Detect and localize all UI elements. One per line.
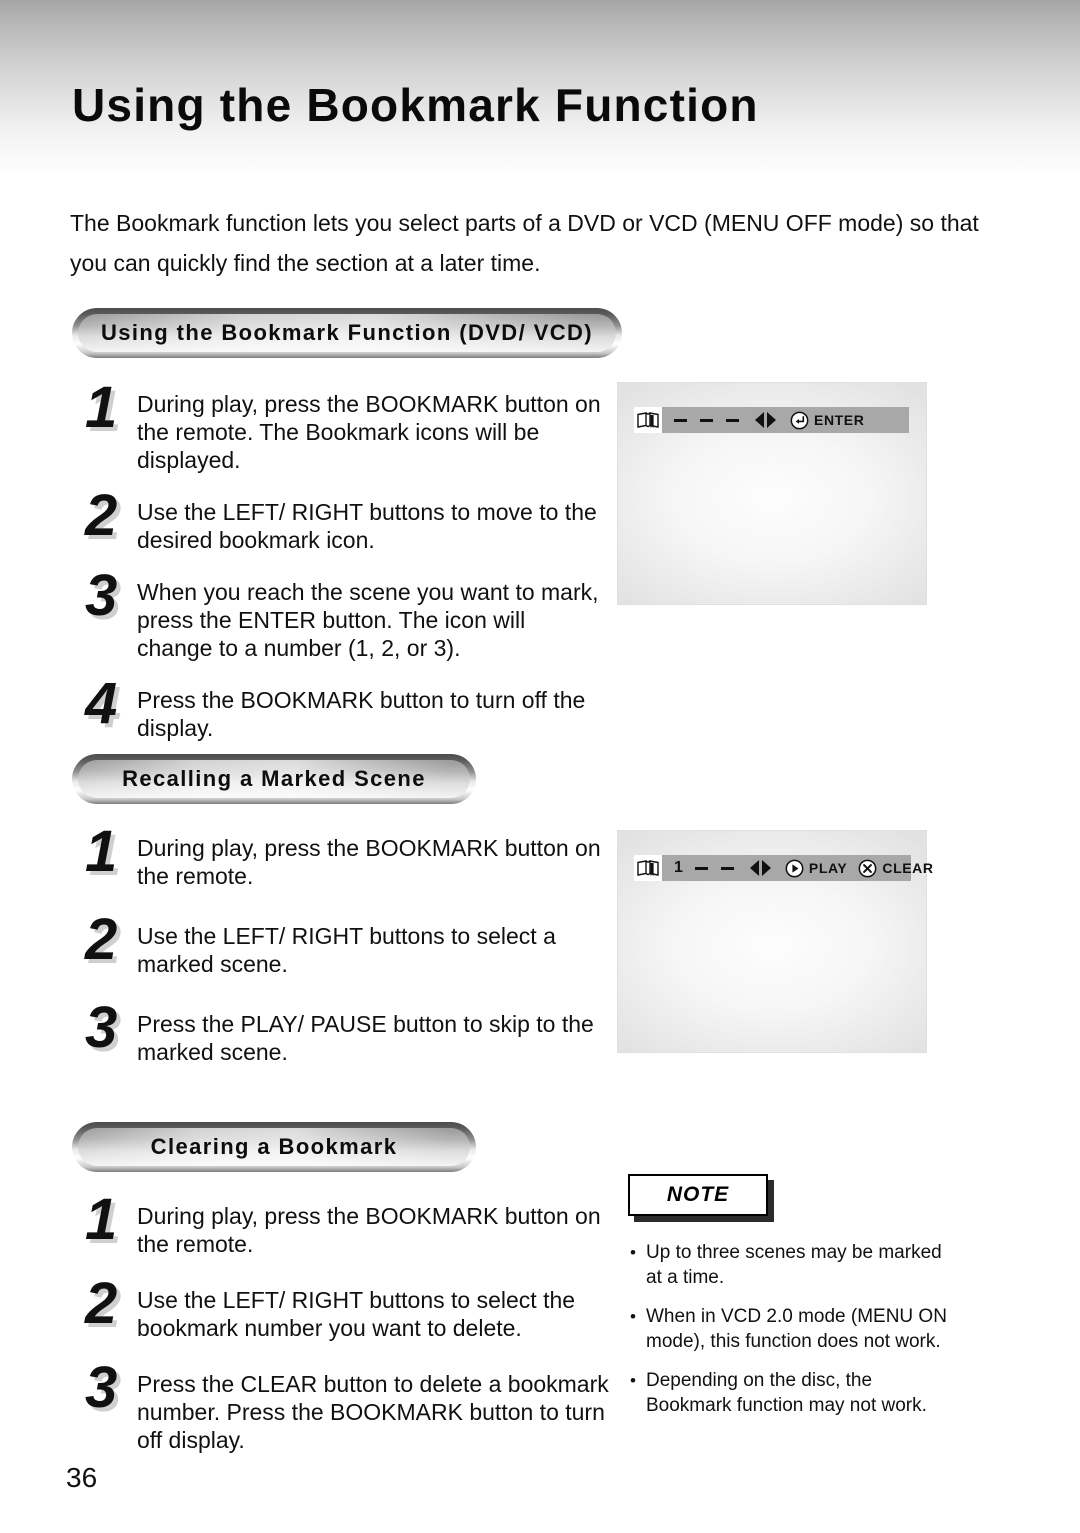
bullet-icon: •: [630, 1243, 636, 1262]
page-title: Using the Bookmark Function: [72, 79, 759, 131]
osd-action-label-enter: ENTER: [814, 412, 865, 428]
left-right-arrows-icon: [748, 859, 774, 877]
bookmark-slot-empty: [700, 418, 713, 422]
step-text: Use the LEFT/ RIGHT buttons to select th…: [137, 1287, 576, 1341]
step-list-dvd-vcd: 1 During play, press the BOOKMARK button…: [85, 379, 605, 764]
enter-return-icon: [790, 411, 809, 430]
step-number: 3: [85, 1355, 118, 1420]
bookmark-slot-empty: [674, 418, 687, 422]
step-number: 2: [85, 1271, 118, 1336]
step-text: Press the CLEAR button to delete a bookm…: [137, 1371, 609, 1453]
section-banner-label: Recalling a Marked Scene: [122, 766, 426, 791]
section-banner-dvd-vcd: Using the Bookmark Function (DVD/ VCD): [72, 308, 622, 358]
note-item-text: Depending on the disc, the Bookmark func…: [646, 1370, 927, 1416]
osd-bar: 1 PLAY CLEAR: [634, 855, 933, 881]
play-circle-icon: [785, 859, 804, 878]
section-banner-inner: Using the Bookmark Function (DVD/ VCD): [78, 314, 616, 352]
osd-bar: ENTER: [634, 407, 909, 433]
note-list-item: • Depending on the disc, the Bookmark fu…: [630, 1368, 960, 1418]
bookmark-slot-empty: [694, 866, 708, 870]
step-item: 2 Use the LEFT/ RIGHT buttons to move to…: [85, 487, 605, 554]
section-banner-recalling-scene: Recalling a Marked Scene: [72, 754, 476, 804]
step-text: During play, press the BOOKMARK button o…: [137, 1203, 601, 1257]
note-title: NOTE: [666, 1183, 730, 1206]
note-box-wrapper: NOTE: [628, 1174, 768, 1216]
step-item: 1 During play, press the BOOKMARK button…: [85, 823, 615, 890]
bookmark-slot-number: 1: [674, 859, 683, 876]
step-text: Press the BOOKMARK button to turn off th…: [137, 687, 586, 741]
bookmark-slot-marks: [674, 418, 739, 422]
tv-screen-bookmark-marked: 1 PLAY CLEAR: [617, 830, 933, 1053]
open-book-bookmark-icon: [634, 855, 662, 881]
step-item: 3 When you reach the scene you want to m…: [85, 567, 605, 662]
note-list-item: • When in VCD 2.0 mode (MENU ON mode), t…: [630, 1304, 960, 1354]
step-text: When you reach the scene you want to mar…: [137, 579, 599, 661]
manual-page: Using the Bookmark Function The Bookmark…: [0, 0, 1080, 1533]
note-badge: NOTE: [628, 1174, 768, 1216]
section-banner-clearing-bookmark: Clearing a Bookmark: [72, 1122, 476, 1172]
bullet-icon: •: [630, 1371, 636, 1390]
bullet-icon: •: [630, 1307, 636, 1326]
step-item: 4 Press the BOOKMARK button to turn off …: [85, 675, 605, 742]
step-item: 2 Use the LEFT/ RIGHT buttons to select …: [85, 911, 615, 978]
section-banner-label: Using the Bookmark Function (DVD/ VCD): [101, 320, 593, 345]
bookmark-slot-empty: [726, 418, 739, 422]
step-text: Use the LEFT/ RIGHT buttons to select a …: [137, 923, 556, 977]
step-number: 2: [85, 907, 118, 972]
bookmark-slot-marks: [694, 866, 734, 870]
step-number: 1: [85, 819, 118, 884]
section-banner-inner: Clearing a Bookmark: [78, 1128, 470, 1166]
step-list-recalling-scene: 1 During play, press the BOOKMARK button…: [85, 823, 615, 1096]
section-banner-inner: Recalling a Marked Scene: [78, 760, 470, 798]
tv-screen-bookmark-empty: ENTER: [617, 382, 927, 605]
step-number: 1: [85, 1187, 118, 1252]
step-text: Press the PLAY/ PAUSE button to skip to …: [137, 1011, 594, 1065]
osd-action-label-clear: CLEAR: [882, 860, 934, 876]
step-item: 1 During play, press the BOOKMARK button…: [85, 379, 605, 474]
step-number: 2: [85, 483, 118, 548]
note-list: • Up to three scenes may be marked at a …: [630, 1240, 960, 1432]
bookmark-slot-empty: [720, 866, 734, 870]
osd-action-label-play: PLAY: [808, 860, 848, 876]
step-item: 2 Use the LEFT/ RIGHT buttons to select …: [85, 1275, 615, 1342]
note-list-item: • Up to three scenes may be marked at a …: [630, 1240, 960, 1290]
x-circle-icon: [858, 859, 877, 878]
step-number: 3: [85, 563, 118, 628]
left-right-arrows-icon: [753, 411, 779, 429]
step-list-clearing-bookmark: 1 During play, press the BOOKMARK button…: [85, 1191, 615, 1480]
step-number: 4: [85, 671, 118, 736]
step-text: During play, press the BOOKMARK button o…: [137, 835, 601, 889]
step-item: 3 Press the CLEAR button to delete a boo…: [85, 1359, 615, 1454]
step-text: During play, press the BOOKMARK button o…: [137, 391, 601, 473]
open-book-bookmark-icon: [634, 407, 662, 433]
step-item: 1 During play, press the BOOKMARK button…: [85, 1191, 615, 1258]
page-number: 36: [66, 1462, 98, 1493]
note-item-text: When in VCD 2.0 mode (MENU ON mode), thi…: [646, 1306, 947, 1352]
step-number: 1: [85, 375, 118, 440]
step-text: Use the LEFT/ RIGHT buttons to move to t…: [137, 499, 597, 553]
step-number: 3: [85, 995, 118, 1060]
section-banner-label: Clearing a Bookmark: [150, 1134, 398, 1159]
step-item: 3 Press the PLAY/ PAUSE button to skip t…: [85, 999, 615, 1066]
intro-paragraph: The Bookmark function lets you select pa…: [70, 210, 979, 276]
note-item-text: Up to three scenes may be marked at a ti…: [646, 1242, 942, 1288]
